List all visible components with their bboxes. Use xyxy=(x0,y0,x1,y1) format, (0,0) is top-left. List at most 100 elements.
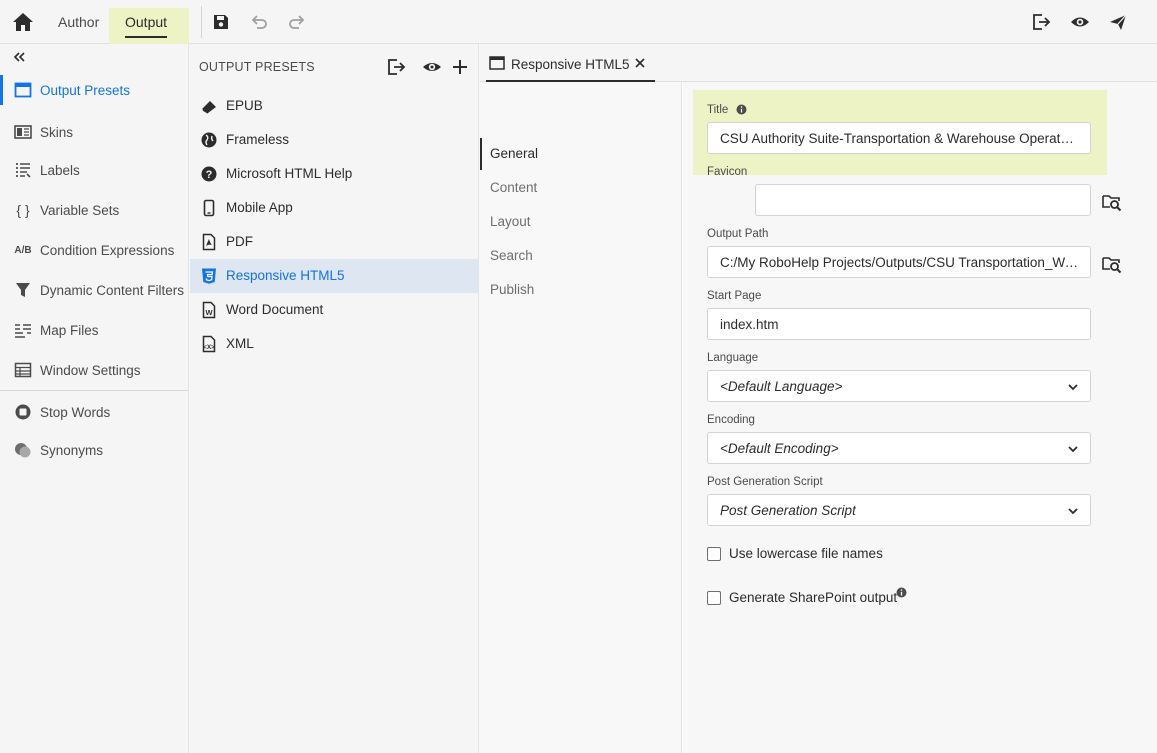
post-generation-script-select[interactable]: Post Generation Script xyxy=(707,494,1091,526)
checkbox[interactable] xyxy=(707,591,721,605)
generate-preset-icon[interactable] xyxy=(386,57,406,77)
panel-title: OUTPUT PRESETS xyxy=(199,60,315,74)
output-path-label: Output Path xyxy=(707,228,769,240)
nav-item-label: Condition Expressions xyxy=(40,242,175,258)
nav-divider xyxy=(0,390,188,391)
output-path-input[interactable]: C:/My RoboHelp Projects/Outputs/CSU Tran… xyxy=(707,246,1091,278)
preset-mobile-app[interactable]: Mobile App xyxy=(190,191,479,225)
toolbar-divider xyxy=(201,6,202,38)
favicon-input[interactable] xyxy=(755,184,1091,216)
title-input[interactable]: CSU Authority Suite-Transportation & War… xyxy=(707,122,1091,154)
start-page-label: Start Page xyxy=(707,290,762,302)
section-layout[interactable]: Layout xyxy=(480,205,680,239)
preset-word-document[interactable]: W Word Document xyxy=(190,293,479,327)
condition-expressions-icon: A/B xyxy=(14,244,32,256)
encoding-select[interactable]: <Default Encoding> xyxy=(707,432,1091,464)
language-select[interactable]: <Default Language> xyxy=(707,370,1091,402)
active-tab-indicator xyxy=(125,36,167,38)
tab-author[interactable]: Author xyxy=(58,0,99,44)
checkbox-label: Generate SharePoint output xyxy=(729,590,898,605)
preset-epub[interactable]: EPUB xyxy=(190,89,479,123)
chevron-down-icon xyxy=(1068,508,1078,515)
info-icon[interactable] xyxy=(736,104,747,115)
title-label: Title xyxy=(707,104,729,116)
nav-item-label: Skins xyxy=(40,124,74,140)
nav-item-synonyms[interactable]: Synonyms xyxy=(0,432,188,468)
general-settings-form: Title CSU Authority Suite-Transportation… xyxy=(683,82,1157,753)
nav-item-label: Stop Words xyxy=(40,404,111,420)
section-label: Layout xyxy=(490,214,531,229)
redo-icon[interactable] xyxy=(287,12,307,32)
output-presets-panel: OUTPUT PRESETS EPUB Frameless ? Microsof… xyxy=(190,44,479,753)
nav-item-labels[interactable]: Labels xyxy=(0,152,188,188)
preset-pdf[interactable]: PDF xyxy=(190,225,479,259)
section-search[interactable]: Search xyxy=(480,239,680,273)
home-icon[interactable] xyxy=(12,12,34,32)
language-label: Language xyxy=(707,352,759,364)
preset-xml[interactable]: <X> XML xyxy=(190,327,479,361)
nav-item-label: Synonyms xyxy=(40,442,104,458)
section-label: Publish xyxy=(490,282,535,297)
pdf-icon xyxy=(202,233,216,251)
document-tab-icon xyxy=(489,56,505,70)
section-label: General xyxy=(490,146,539,161)
preset-label: PDF xyxy=(226,234,253,249)
svg-text:?: ? xyxy=(206,169,213,181)
window-settings-icon xyxy=(14,362,32,378)
html5-icon xyxy=(202,268,216,284)
nav-item-label: Output Presets xyxy=(40,82,131,98)
encoding-label: Encoding xyxy=(707,414,755,426)
undo-icon[interactable] xyxy=(249,12,269,32)
preset-responsive-html5[interactable]: Responsive HTML5 xyxy=(190,259,479,293)
preset-frameless[interactable]: Frameless xyxy=(190,123,479,157)
nav-item-map-files[interactable]: Map Files xyxy=(0,312,188,348)
sharepoint-output-checkbox[interactable]: Generate SharePoint output xyxy=(707,588,1007,608)
section-general[interactable]: General xyxy=(480,137,680,171)
section-content[interactable]: Content xyxy=(480,171,680,205)
nav-item-dynamic-content-filters[interactable]: Dynamic Content Filters xyxy=(0,272,188,308)
nav-item-skins[interactable]: Skins xyxy=(0,114,188,150)
stop-words-icon xyxy=(15,404,31,420)
nav-item-variable-sets[interactable]: { } Variable Sets xyxy=(0,192,188,228)
document-tab-bar: Responsive HTML5 xyxy=(480,44,1157,82)
preview-icon[interactable] xyxy=(1070,12,1090,32)
lowercase-filenames-checkbox[interactable]: Use lowercase file names xyxy=(707,544,1007,564)
add-preset-icon[interactable] xyxy=(450,57,470,77)
variable-sets-icon: { } xyxy=(16,202,30,218)
epub-icon xyxy=(202,101,216,114)
nav-item-condition-expressions[interactable]: A/B Condition Expressions xyxy=(0,232,188,268)
labels-icon xyxy=(16,163,31,178)
nav-item-window-settings[interactable]: Window Settings xyxy=(0,352,188,388)
preview-preset-icon[interactable] xyxy=(422,57,442,77)
preset-label: Responsive HTML5 xyxy=(226,268,345,283)
preset-editor: Responsive HTML5 General Content Layout … xyxy=(480,44,1157,753)
nav-item-stop-words[interactable]: Stop Words xyxy=(0,394,188,430)
svg-text:W: W xyxy=(205,308,213,317)
publish-icon[interactable] xyxy=(1108,12,1128,32)
info-icon[interactable] xyxy=(896,587,907,598)
section-publish[interactable]: Publish xyxy=(480,273,680,307)
section-label: Search xyxy=(490,248,533,263)
collapse-panel-icon[interactable] xyxy=(12,50,26,64)
browse-folder-icon[interactable] xyxy=(1102,254,1122,274)
checkbox[interactable] xyxy=(707,547,721,561)
close-icon[interactable] xyxy=(634,57,646,69)
map-files-icon xyxy=(15,324,31,338)
browse-folder-icon[interactable] xyxy=(1102,192,1122,212)
preset-microsoft-html-help[interactable]: ? Microsoft HTML Help xyxy=(190,157,479,191)
nav-item-output-presets[interactable]: Output Presets xyxy=(0,72,188,108)
generate-icon[interactable] xyxy=(1031,12,1051,32)
save-icon[interactable] xyxy=(211,12,231,32)
output-presets-icon xyxy=(14,82,32,98)
nav-item-label: Dynamic Content Filters xyxy=(40,282,185,298)
preset-label: Frameless xyxy=(226,132,290,147)
checkbox-label: Use lowercase file names xyxy=(729,546,883,561)
filter-icon xyxy=(16,283,30,297)
favicon-label: Favicon xyxy=(707,166,748,178)
section-navigation: General Content Layout Search Publish xyxy=(480,82,682,753)
nav-item-label: Variable Sets xyxy=(40,202,120,218)
synonyms-icon xyxy=(15,443,31,458)
tab-responsive-html5[interactable]: Responsive HTML5 xyxy=(486,44,655,82)
start-page-input[interactable]: index.htm xyxy=(707,308,1091,340)
nav-item-label: Window Settings xyxy=(40,362,141,378)
